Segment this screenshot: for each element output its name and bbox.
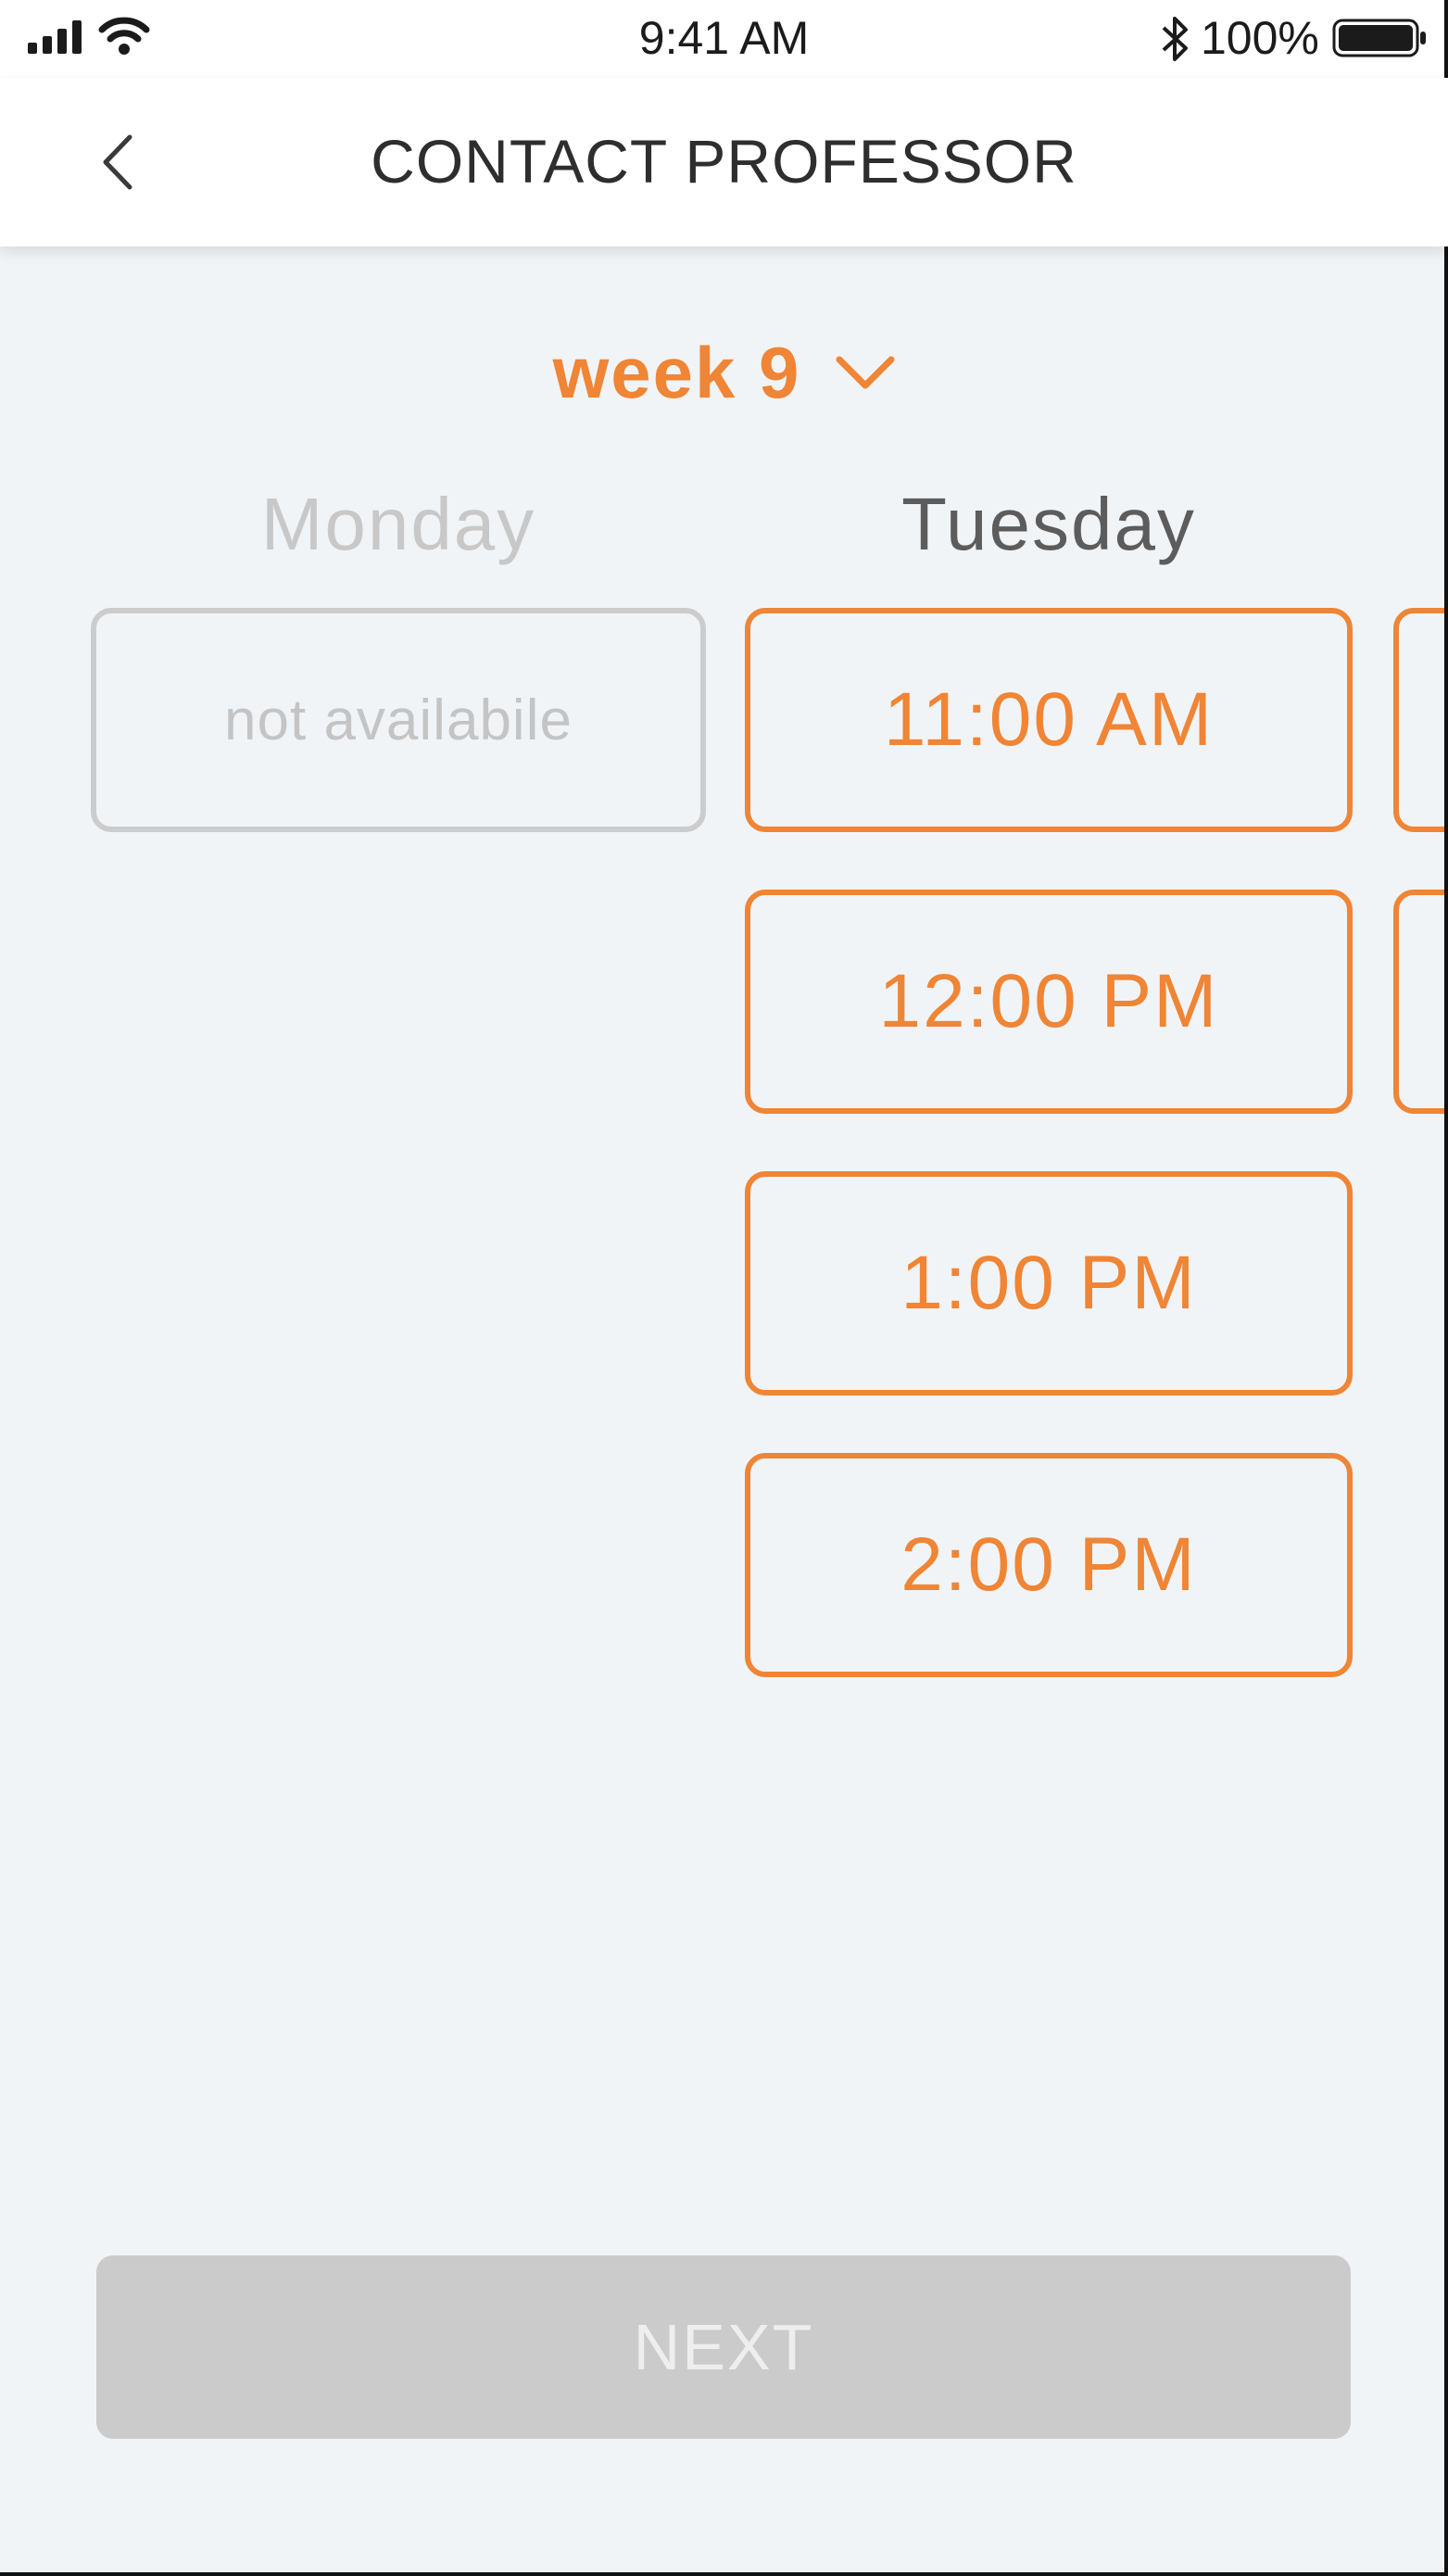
time-slot-button[interactable]: 11:00 AM xyxy=(745,608,1353,832)
chevron-down-icon xyxy=(836,356,895,389)
time-slot-label: 11:00 AM xyxy=(883,677,1215,762)
bluetooth-icon xyxy=(1162,17,1188,61)
not-available-label: not availabile xyxy=(224,688,573,752)
time-slot-button[interactable]: 2:00 PM xyxy=(745,1453,1353,1677)
time-slot-button[interactable]: 1:00 PM xyxy=(745,1171,1353,1395)
next-button[interactable]: NEXT xyxy=(96,2255,1351,2439)
battery-icon xyxy=(1332,19,1426,57)
time-slot-label: 2:00 PM xyxy=(900,1522,1197,1607)
battery-percent: 100% xyxy=(1201,12,1319,64)
monday-not-available: not availabile xyxy=(91,608,706,832)
week-selector[interactable]: week 9 xyxy=(0,326,1448,419)
time-slot-button[interactable]: 12:00 PM xyxy=(745,890,1353,1114)
frame-edge xyxy=(1444,0,1448,2576)
nav-bar: CONTACT PROFESSOR xyxy=(0,78,1448,246)
week-label: week 9 xyxy=(552,331,801,413)
day-header-monday: Monday xyxy=(260,483,536,565)
time-slot-label: 12:00 PM xyxy=(878,959,1219,1043)
time-slot-label: 1:00 PM xyxy=(900,1241,1197,1325)
frame-edge xyxy=(0,2572,1448,2576)
page-title: CONTACT PROFESSOR xyxy=(371,127,1077,196)
next-day-slot-peek[interactable] xyxy=(1393,608,1448,832)
status-bar: 9:41 AM 100% xyxy=(0,0,1448,78)
next-day-slot-peek[interactable] xyxy=(1393,890,1448,1114)
day-header-tuesday: Tuesday xyxy=(901,483,1196,565)
